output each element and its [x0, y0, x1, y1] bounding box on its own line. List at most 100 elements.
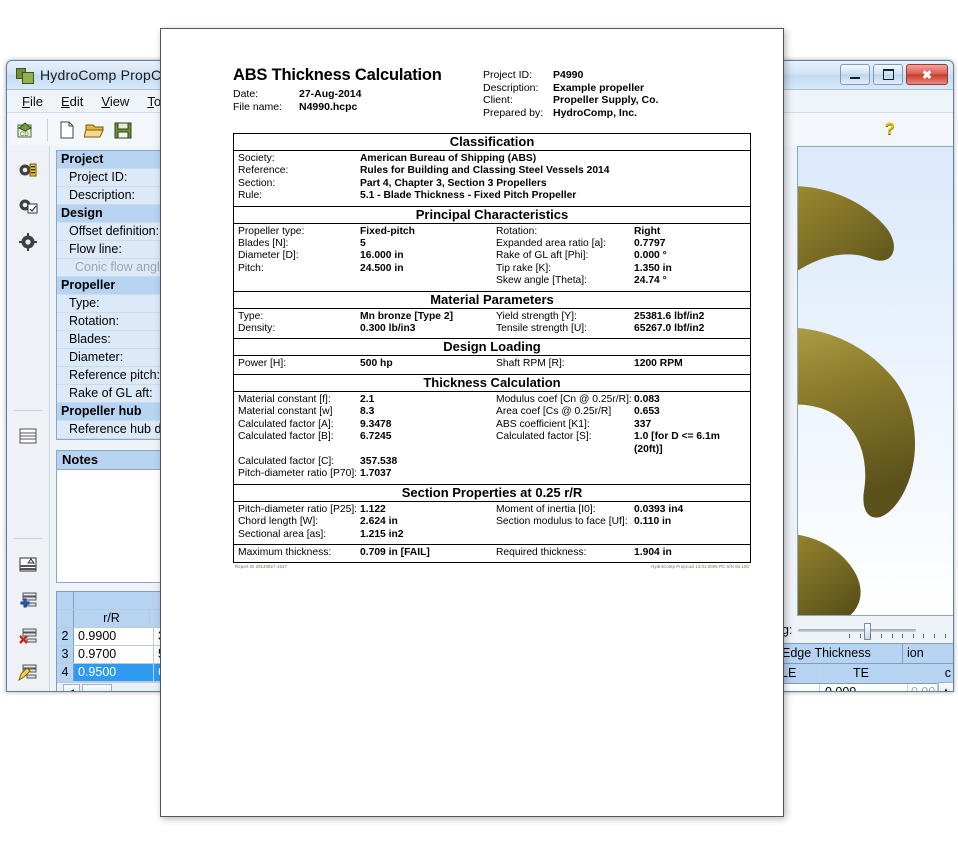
table-vertical-scrollbar[interactable]: ▲ ▼: [937, 682, 953, 691]
close-button[interactable]: ✖: [906, 64, 948, 85]
row-label: Pitch:: [238, 262, 264, 274]
report-row: Density: 0.300 lb/in3 Tensile strength […: [234, 323, 750, 335]
help-icon[interactable]: ?: [885, 119, 895, 139]
report-row: Material constant [f]: 2.1 Modulus coef …: [234, 394, 750, 406]
gear-icon[interactable]: [17, 231, 39, 253]
save-disk-icon[interactable]: [112, 119, 134, 141]
cell-rR[interactable]: 0.9900: [74, 628, 154, 645]
notes-panel: Notes: [56, 450, 175, 583]
new-file-icon[interactable]: [56, 119, 78, 141]
row-index[interactable]: 4: [57, 664, 74, 681]
maximize-button[interactable]: [873, 64, 903, 85]
property-row[interactable]: Project: [57, 151, 174, 169]
row-value: 2.624 in: [360, 516, 398, 528]
report-row: Propeller type: Fixed-pitch Rotation: Ri…: [234, 226, 750, 238]
cell-le[interactable]: [778, 684, 820, 691]
column-header-te[interactable]: TE: [820, 664, 903, 683]
section-title: Design Loading: [234, 339, 750, 357]
meta-value: Propeller Supply, Co.: [553, 94, 659, 106]
row-label: Type:: [238, 310, 264, 322]
row-label: Yield strength [Y]:: [496, 310, 577, 322]
row-value: 25381.6 lbf/in2: [634, 310, 705, 322]
footer-report-id: Report ID 20140827-1637: [235, 564, 287, 570]
section-title: Material Parameters: [234, 291, 750, 309]
meta-date: Date: 27-Aug-2014: [233, 88, 483, 101]
row-label: Pitch-diameter ratio [P25]:: [238, 503, 358, 515]
table-row[interactable]: 0.009 0.00: [778, 684, 953, 691]
row-label: Required thickness:: [496, 546, 587, 558]
row-label: Section modulus to face [Uf]:: [496, 516, 628, 528]
report-row: Society: American Bureau of Shipping (AB…: [234, 153, 750, 165]
property-grid[interactable]: Project Project ID: Description: Design …: [56, 150, 175, 440]
property-row[interactable]: Diameter:: [57, 349, 174, 367]
property-row[interactable]: Propeller hub: [57, 403, 174, 421]
export-table-icon[interactable]: [17, 554, 39, 576]
meta-value: 27-Aug-2014: [299, 88, 362, 100]
property-row[interactable]: Project ID:: [57, 169, 174, 187]
add-row-icon[interactable]: [17, 590, 39, 612]
row-label: Expanded area ratio [a]:: [496, 238, 606, 250]
row-index[interactable]: 2: [57, 628, 74, 645]
row-value: 0.0393 in4: [634, 503, 684, 515]
row-label: Rotation:: [496, 225, 538, 237]
table-icon[interactable]: [17, 425, 39, 447]
property-row[interactable]: Description:: [57, 187, 174, 205]
menu-edit[interactable]: Edit: [52, 92, 92, 111]
column-header-rR[interactable]: r/R: [74, 610, 150, 627]
property-row[interactable]: Reference pitch:: [57, 367, 174, 385]
cell-rR[interactable]: 0.9700: [74, 646, 154, 663]
spacing-slider[interactable]: [798, 622, 917, 640]
propeller-3d-viewport[interactable]: [797, 146, 953, 616]
row-label: Moment of inertia [I0]:: [496, 503, 596, 515]
section-design-loading: Design Loading Power [H]: 500 hp Shaft R…: [233, 339, 751, 375]
property-row[interactable]: Reference hub diam: [57, 421, 174, 439]
column-header-le[interactable]: LE: [778, 664, 820, 683]
notes-textarea[interactable]: [57, 469, 174, 582]
propcad-logo-icon[interactable]: CD: [15, 119, 37, 141]
row-value: 16.000 in: [360, 250, 404, 262]
row-value: 1.0 [for D <= 6.1m (20ft)]: [634, 431, 720, 455]
report-row: Blades [N]: 5 Expanded area ratio [a]: 0…: [234, 238, 750, 250]
property-row[interactable]: Design: [57, 205, 174, 223]
property-row[interactable]: Blades:: [57, 331, 174, 349]
group-header-edge-thickness[interactable]: Edge Thickness: [778, 644, 903, 663]
open-folder-icon[interactable]: [83, 119, 106, 141]
row-value: 6.7245: [360, 431, 392, 443]
cell-rR[interactable]: 0.9500: [74, 664, 154, 681]
row-value: 1.350 in: [634, 262, 672, 274]
scroll-up-icon[interactable]: ▲: [938, 682, 953, 691]
scroll-left-icon[interactable]: ◄: [63, 683, 80, 691]
section-material-parameters: Material Parameters Type: Mn bronze [Typ…: [233, 291, 751, 340]
delete-row-icon[interactable]: [17, 626, 39, 648]
gear-check-icon[interactable]: [17, 195, 39, 217]
property-row[interactable]: Rake of GL aft:: [57, 385, 174, 403]
row-label: Material constant [f]:: [238, 393, 331, 405]
property-row[interactable]: Propeller: [57, 277, 174, 295]
property-row[interactable]: Offset definition:: [57, 223, 174, 241]
row-label: Skew angle [Theta]:: [496, 275, 588, 287]
print-preview-page[interactable]: ABS Thickness Calculation Date: 27-Aug-2…: [160, 28, 784, 817]
cell-te[interactable]: 0.009: [820, 684, 908, 691]
property-row[interactable]: Flow line:: [57, 241, 174, 259]
section-body: Type: Mn bronze [Type 2] Yield strength …: [234, 309, 750, 339]
gear-list-icon[interactable]: [17, 159, 39, 181]
column-header-c[interactable]: c: [903, 664, 953, 683]
row-value: 500 hp: [360, 358, 393, 370]
edge-thickness-table[interactable]: Edge Thickness ion LE TE c 0.009 0.00 0.…: [777, 643, 953, 691]
menu-view[interactable]: View: [92, 92, 138, 111]
menu-file[interactable]: File: [13, 92, 52, 111]
spacing-slider-row: ng:: [775, 617, 953, 643]
group-header-ion[interactable]: ion: [903, 644, 953, 663]
property-row[interactable]: Type:: [57, 295, 174, 313]
row-value: Right: [634, 225, 661, 237]
report-footer: Report ID 20140827-1637 HydroComp PropCa…: [233, 563, 751, 569]
row-label: Area coef [Cs @ 0.25r/R]: [496, 406, 612, 418]
scrollbar-thumb[interactable]: [82, 683, 112, 691]
row-label: Society:: [238, 153, 275, 164]
property-row[interactable]: Rotation:: [57, 313, 174, 331]
row-value: Part 4, Chapter 3, Section 3 Propellers: [360, 177, 547, 189]
row-index[interactable]: 3: [57, 646, 74, 663]
rail-group-bottom: [17, 547, 39, 691]
minimize-button[interactable]: [840, 64, 870, 85]
edit-row-icon[interactable]: [17, 662, 39, 684]
